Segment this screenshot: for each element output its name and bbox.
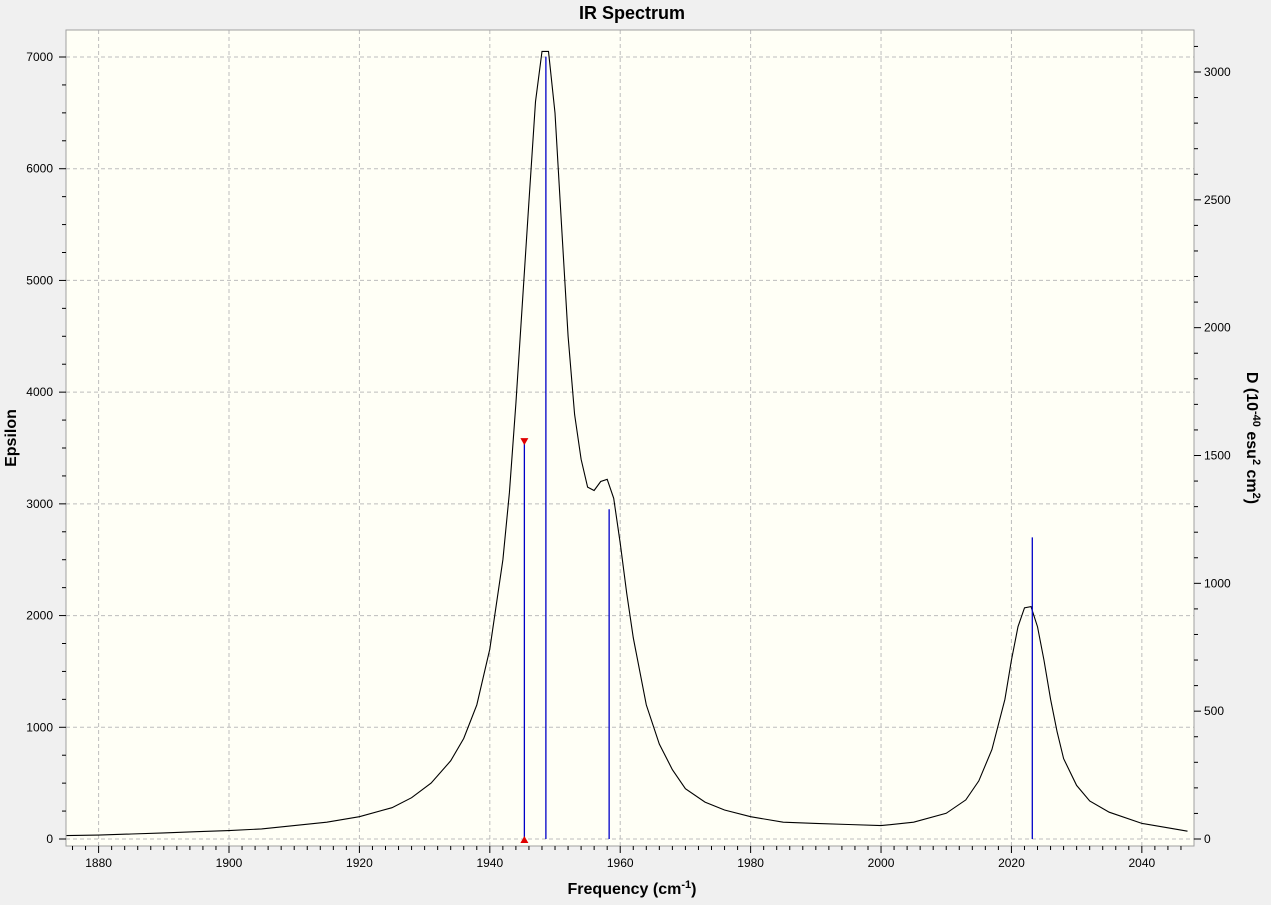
plot-area <box>66 30 1194 846</box>
x-tick-label: 1960 <box>607 856 634 870</box>
y-right-tick-label: 3000 <box>1204 65 1231 79</box>
ir-spectrum-chart: 1880 1900 1920 1940 1960 1980 2000 2020 2040 0 100… <box>3 3 1262 898</box>
y-left-tick-label: 6000 <box>26 162 53 176</box>
x-tick-label: 2020 <box>998 856 1025 870</box>
y-left-tick-label: 1000 <box>26 720 53 734</box>
y-right-tick-label: 2000 <box>1204 321 1231 335</box>
y-right-tick-label: 1500 <box>1204 449 1231 463</box>
x-tick-label: 2040 <box>1128 856 1155 870</box>
x-tick-label: 2000 <box>868 856 895 870</box>
y-right-tick-label: 0 <box>1204 832 1211 846</box>
x-tick-label: 1980 <box>737 856 764 870</box>
y-right-tick-label: 2500 <box>1204 193 1231 207</box>
y-right-tick-label: 1000 <box>1204 576 1231 590</box>
y-axis-right-label: D (10-40 esu2 cm2) <box>1243 372 1262 504</box>
y-left-tick-label: 7000 <box>26 50 53 64</box>
y-left-tick-label: 5000 <box>26 273 53 287</box>
y-axis-left-label: Epsilon <box>3 409 20 467</box>
x-tick-label: 1880 <box>85 856 112 870</box>
x-tick-label: 1920 <box>346 856 373 870</box>
y-left-tick-label: 2000 <box>26 609 53 623</box>
x-axis-label: Frequency (cm-1) <box>568 879 697 898</box>
y-left-tick-label: 0 <box>46 832 53 846</box>
x-tick-label: 1940 <box>476 856 503 870</box>
y-left-tick-label: 4000 <box>26 385 53 399</box>
x-tick-label: 1900 <box>216 856 243 870</box>
y-right-tick-label: 500 <box>1204 704 1224 718</box>
y-left-tick-label: 3000 <box>26 497 53 511</box>
chart-title: IR Spectrum <box>579 3 685 23</box>
